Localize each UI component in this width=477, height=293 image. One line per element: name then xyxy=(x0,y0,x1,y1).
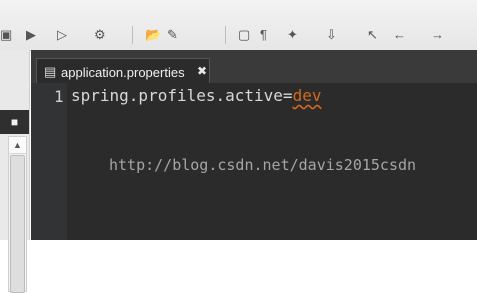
scroll-up-button[interactable]: ▲ xyxy=(9,137,26,154)
equals-sign: = xyxy=(282,86,293,105)
new-icon[interactable]: ⚙ xyxy=(94,28,106,42)
file-tab-label: application.properties xyxy=(61,65,185,80)
open-icon[interactable]: 📂 xyxy=(145,28,161,42)
editor-area: ▤ application.properties ✖ 1 spring.prof… xyxy=(31,50,477,240)
main-toolbar: ▣ ▶ ▷ ⚙ 📂 ✎ ▢ ¶ ✦ ⇩ ↖ ← → xyxy=(0,0,477,51)
frame-icon[interactable]: ▢ xyxy=(238,28,250,42)
vertical-scrollbar[interactable]: ▲ xyxy=(8,136,27,293)
back-icon[interactable]: ← xyxy=(393,28,406,42)
file-icon: ▤ xyxy=(44,64,57,79)
toolbar-separator xyxy=(225,26,226,44)
forward-icon[interactable]: → xyxy=(431,28,444,42)
run-config-icon[interactable]: ▷ xyxy=(57,28,67,42)
left-panel-tab[interactable]: ■ xyxy=(0,110,29,134)
editor-tab-row: ▤ application.properties ✖ xyxy=(31,50,477,84)
brush-icon[interactable]: ✎ xyxy=(167,28,178,42)
line-number: 1 xyxy=(54,87,64,106)
prev-edit-icon[interactable]: ↖ xyxy=(367,28,378,42)
code-line[interactable]: spring.profiles.active=dev xyxy=(71,86,321,105)
property-key: spring.profiles.active xyxy=(71,86,283,105)
property-value: dev xyxy=(292,86,322,105)
debug-icon[interactable]: ▣ xyxy=(0,28,12,42)
left-panel: ■ ▲ xyxy=(0,50,30,293)
watermark: http://blog.csdn.net/davis2015csdn xyxy=(109,156,417,174)
file-tab-application-properties[interactable]: ▤ application.properties ✖ xyxy=(36,58,210,84)
paragraph-icon[interactable]: ¶ xyxy=(260,28,267,42)
close-icon[interactable]: ✖ xyxy=(197,64,207,78)
next-annotation-icon[interactable]: ⇩ xyxy=(326,28,337,42)
annotation-icon[interactable]: ✦ xyxy=(287,28,298,42)
line-number-gutter: 1 xyxy=(31,83,67,240)
run-icon[interactable]: ▶ xyxy=(26,28,36,42)
toolbar-separator xyxy=(132,26,133,44)
scroll-thumb[interactable] xyxy=(10,155,25,293)
